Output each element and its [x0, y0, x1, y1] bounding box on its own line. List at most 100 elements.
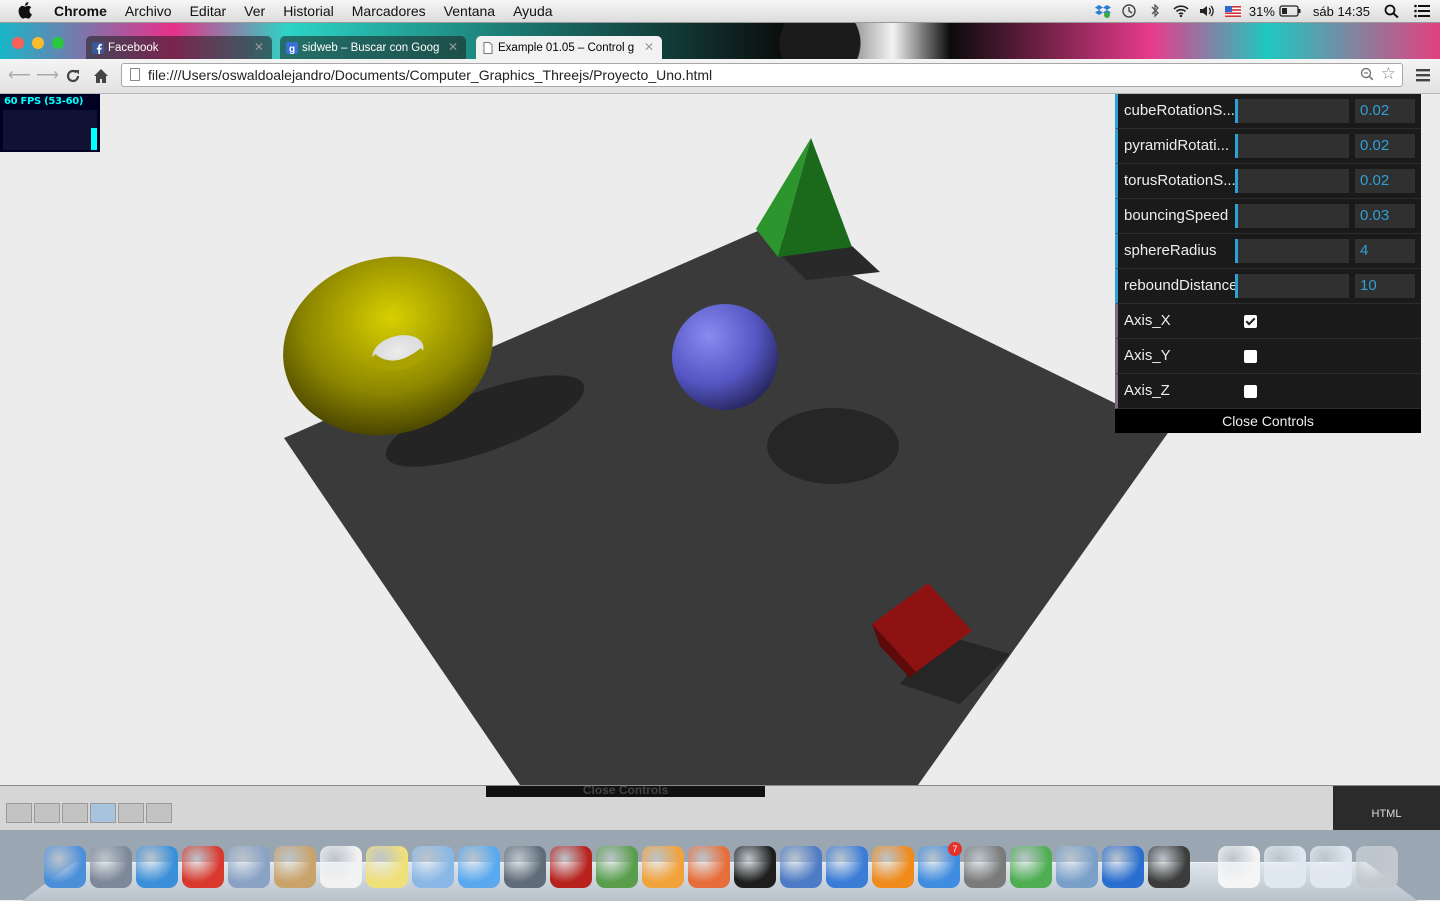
menu-marcadores[interactable]: Marcadores: [352, 2, 426, 20]
address-bar[interactable]: file:///Users/oswaldoalejandro/Documents…: [121, 63, 1403, 87]
contacts-icon[interactable]: [274, 846, 316, 888]
sublime-icon[interactable]: [1148, 846, 1190, 888]
fps-stats-panel[interactable]: 60 FPS (53-60): [0, 94, 100, 152]
gui-row-axis-x[interactable]: Axis_X: [1115, 304, 1421, 339]
tab-example-active[interactable]: Example 01.05 – Control g ✕: [476, 36, 662, 60]
messenger-icon[interactable]: [1010, 846, 1052, 888]
menu-ayuda[interactable]: Ayuda: [513, 2, 552, 20]
zoom-window-button[interactable]: [52, 37, 64, 49]
terminal-icon[interactable]: [734, 846, 776, 888]
chrome-icon[interactable]: [182, 846, 224, 888]
devtools-tab-list-icon[interactable]: [6, 803, 32, 823]
torus-rotation-slider[interactable]: [1235, 169, 1349, 193]
menu-archivo[interactable]: Archivo: [125, 2, 172, 20]
tab-facebook[interactable]: Facebook ✕: [86, 36, 272, 59]
devtools-tab-screen-icon[interactable]: [146, 803, 172, 823]
devtools-tab-image-icon[interactable]: [62, 803, 88, 823]
ibooks-icon[interactable]: [872, 846, 914, 888]
gui-row-cube-rotation-speed: cubeRotationS... 0.02: [1115, 94, 1421, 129]
trash-icon[interactable]: [1356, 846, 1398, 888]
close-tab-icon[interactable]: ✕: [644, 40, 654, 54]
wifi-icon[interactable]: [1173, 4, 1189, 18]
calendar-icon[interactable]: [320, 846, 362, 888]
menu-historial[interactable]: Historial: [283, 2, 334, 20]
slider-fill: [1235, 99, 1238, 123]
apple-icon[interactable]: [18, 1, 34, 19]
numbers-icon[interactable]: [688, 846, 730, 888]
menu-ver[interactable]: Ver: [244, 2, 265, 20]
gui-row-torus-rotation-speed: torusRotationS... 0.02: [1115, 164, 1421, 199]
facetime-icon[interactable]: [504, 846, 546, 888]
gui-row-axis-z[interactable]: Axis_Z: [1115, 374, 1421, 409]
launchpad-icon[interactable]: [90, 846, 132, 888]
close-controls-button[interactable]: Close Controls: [1115, 409, 1421, 433]
menu-app-name[interactable]: Chrome: [54, 2, 107, 20]
html-label[interactable]: HTML: [1333, 808, 1440, 820]
preview-icon[interactable]: [412, 846, 454, 888]
reload-icon[interactable]: [64, 67, 82, 85]
window2-icon[interactable]: [1310, 846, 1352, 888]
rebound-distance-input[interactable]: 10: [1355, 274, 1415, 298]
forward-arrow-icon[interactable]: ⟶: [36, 67, 59, 85]
itunes-icon[interactable]: [826, 846, 868, 888]
time-machine-icon[interactable]: [1121, 4, 1137, 18]
chrome-menu-icon[interactable]: [1416, 68, 1430, 82]
app-store-icon[interactable]: 7: [918, 842, 962, 888]
rebound-distance-slider[interactable]: [1235, 274, 1349, 298]
menu-clock[interactable]: sáb 14:35: [1313, 4, 1370, 19]
page-icon: [130, 68, 140, 81]
volume-icon[interactable]: [1199, 4, 1215, 18]
pyramid-rotation-slider[interactable]: [1235, 134, 1349, 158]
bouncing-speed-input[interactable]: 0.03: [1355, 204, 1415, 228]
pages-icon[interactable]: [642, 846, 684, 888]
menu-ventana[interactable]: Ventana: [444, 2, 495, 20]
window-icon[interactable]: [1264, 846, 1306, 888]
system-preferences-icon[interactable]: [964, 846, 1006, 888]
network-icon[interactable]: [1056, 846, 1098, 888]
safari-icon[interactable]: [136, 846, 178, 888]
spotlight-search-icon[interactable]: [1384, 4, 1400, 18]
cube-rotation-input[interactable]: 0.02: [1355, 99, 1415, 123]
webgl-viewport[interactable]: 60 FPS (53-60) cubeRotationS... 0.02 pyr…: [0, 94, 1440, 785]
sphere-radius-input[interactable]: 4: [1355, 239, 1415, 263]
minimize-window-button[interactable]: [32, 37, 44, 49]
word-icon[interactable]: [1102, 846, 1144, 888]
axis-x-checkbox[interactable]: [1244, 315, 1257, 328]
devtools-tab-tree-icon[interactable]: [34, 803, 60, 823]
finder-icon[interactable]: [44, 846, 86, 888]
devtools-html-panel: HTML: [1333, 786, 1440, 831]
notes-icon[interactable]: [366, 846, 408, 888]
close-tab-icon[interactable]: ✕: [254, 40, 264, 54]
axis-y-checkbox[interactable]: [1244, 350, 1257, 363]
bouncing-speed-slider[interactable]: [1235, 204, 1349, 228]
back-arrow-icon[interactable]: ⟵: [8, 67, 31, 85]
zoom-icon[interactable]: [1360, 67, 1374, 81]
close-window-button[interactable]: [12, 37, 24, 49]
devtools-tab-layout-icon[interactable]: [90, 803, 116, 823]
battery-icon[interactable]: [1279, 4, 1301, 18]
menu-editar[interactable]: Editar: [190, 2, 227, 20]
dropbox-icon[interactable]: [1094, 4, 1111, 18]
axis-z-checkbox[interactable]: [1244, 385, 1257, 398]
url-text[interactable]: file:///Users/oswaldoalejandro/Documents…: [148, 67, 712, 83]
bookmark-star-icon[interactable]: ☆: [1381, 65, 1396, 83]
close-tab-icon[interactable]: ✕: [448, 40, 458, 54]
mail-stamp-icon[interactable]: [228, 846, 270, 888]
tab-google-search[interactable]: g sidweb – Buscar con Goog ✕: [280, 36, 466, 59]
cube-rotation-slider[interactable]: [1235, 99, 1349, 123]
us-flag-icon[interactable]: [1224, 4, 1241, 18]
messages-icon[interactable]: [458, 846, 500, 888]
iphoto-icon[interactable]: [596, 846, 638, 888]
gui-row-bouncing-speed: bouncingSpeed 0.03: [1115, 199, 1421, 234]
sphere-radius-slider[interactable]: [1235, 239, 1349, 263]
document-icon[interactable]: [1218, 846, 1260, 888]
photo-booth-icon[interactable]: [550, 846, 592, 888]
home-icon[interactable]: [92, 67, 110, 85]
gui-row-axis-y[interactable]: Axis_Y: [1115, 339, 1421, 374]
devtools-tab-table-icon[interactable]: [118, 803, 144, 823]
pyramid-rotation-input[interactable]: 0.02: [1355, 134, 1415, 158]
torus-rotation-input[interactable]: 0.02: [1355, 169, 1415, 193]
bluetooth-icon[interactable]: [1147, 4, 1163, 18]
notification-center-icon[interactable]: [1414, 4, 1430, 18]
keynote-icon[interactable]: [780, 846, 822, 888]
